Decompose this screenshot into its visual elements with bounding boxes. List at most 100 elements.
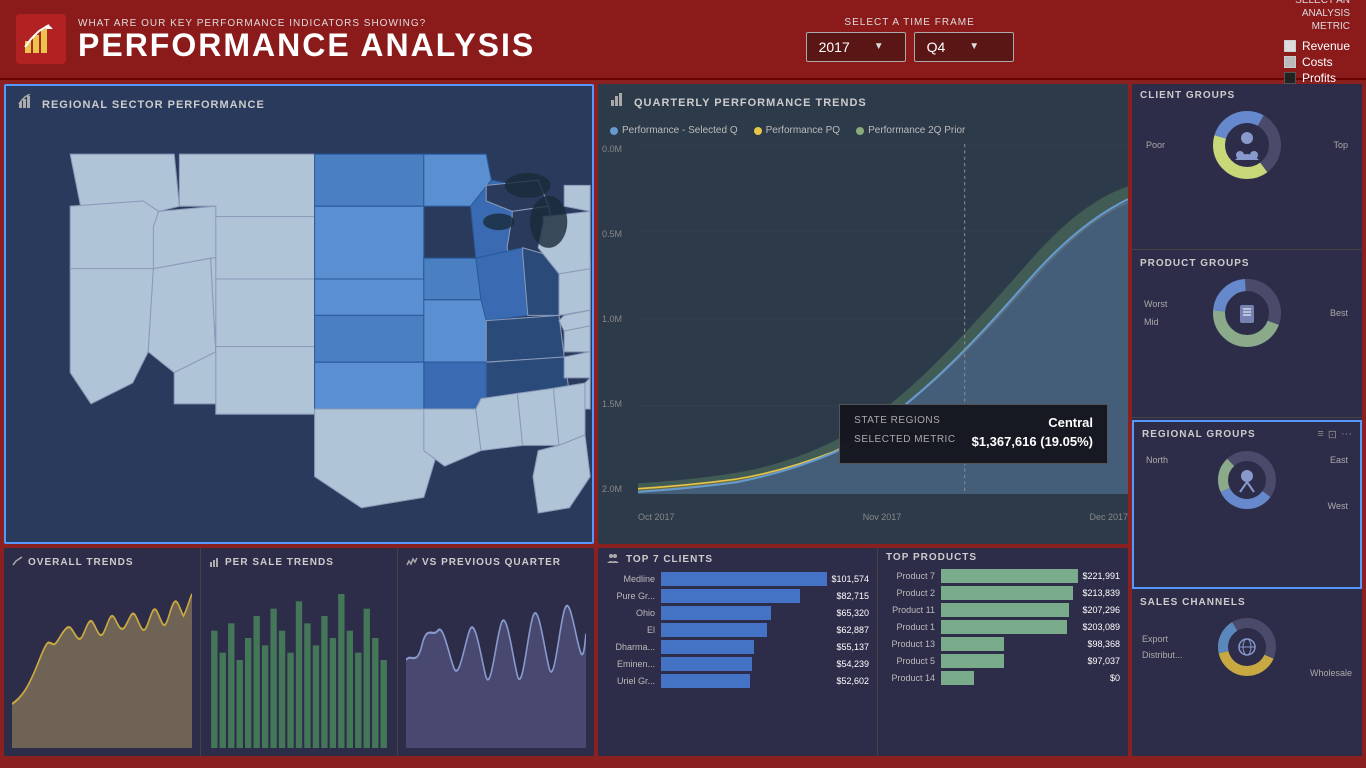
product-bar-item: Product 11 $207,296: [886, 603, 1120, 617]
product-bar-item: Product 1 $203,089: [886, 620, 1120, 634]
sales-channels-chart: Export Distribut... Wholesale: [1140, 612, 1354, 682]
sales-channels-donut: [1212, 615, 1282, 680]
product-value: $0: [1110, 673, 1120, 683]
chart-area[interactable]: 2.0M 1.5M 1.0M 0.5M 0.0M: [598, 144, 1128, 524]
client-name: Medline: [606, 574, 661, 584]
client-bar-item: Eminen... $54,239: [606, 657, 869, 671]
costs-label: Costs: [1302, 55, 1333, 69]
quarter-dropdown[interactable]: Q4 ▼: [914, 32, 1014, 62]
client-bar-fill: [661, 572, 827, 586]
performance-icon: [16, 14, 66, 64]
product-name: Product 14: [886, 673, 941, 683]
regional-north-label: North: [1146, 455, 1168, 465]
top-products-title: TOP PRODUCTS: [886, 552, 1120, 563]
client-value: $55,137: [836, 642, 869, 652]
product-name: Product 1: [886, 622, 941, 632]
product-worst-label: Worst: [1144, 299, 1167, 309]
client-bar-track: [661, 657, 832, 671]
right-column: CLIENT GROUPS Poor Top PRODUCT GROUPS: [1132, 84, 1362, 756]
header-left: WHAT ARE OUR KEY PERFORMANCE INDICATORS …: [16, 14, 535, 64]
product-name: Product 13: [886, 639, 941, 649]
client-value: $101,574: [831, 574, 869, 584]
client-bar-track: [661, 589, 832, 603]
y-label-3: 0.5M: [602, 229, 622, 239]
legend-dot-pq: [754, 127, 762, 135]
legend-2q-prior: Performance 2Q Prior: [856, 125, 965, 136]
x-label-dec: Dec 2017: [1089, 512, 1128, 522]
product-groups-donut: [1207, 278, 1287, 348]
regional-sector-icon: [18, 94, 34, 115]
product-bar-track: [941, 620, 1078, 634]
revenue-checkbox[interactable]: [1284, 40, 1296, 52]
product-name: Product 5: [886, 656, 941, 666]
product-bar-item: Product 7 $221,991: [886, 569, 1120, 583]
product-bar-fill: [941, 603, 1069, 617]
y-label-2: 1.0M: [602, 314, 622, 324]
product-name: Product 2: [886, 588, 941, 598]
year-dropdown[interactable]: 2017 ▼: [806, 32, 906, 62]
legend-label-2q: Performance 2Q Prior: [868, 125, 965, 136]
regional-header: REGIONAL GROUPS ≡ ⊡ ···: [1142, 428, 1352, 441]
product-bar-fill: [941, 671, 974, 685]
client-bar-track: [661, 640, 832, 654]
header-title: PERFORMANCE ANALYSIS: [78, 29, 535, 61]
overall-trends-icon: [12, 556, 24, 568]
y-label-1: 1.5M: [602, 399, 622, 409]
vs-previous-chart: [406, 572, 586, 748]
product-value: $98,368: [1087, 639, 1120, 649]
quarterly-trends-icon: [610, 92, 626, 113]
client-groups-title: CLIENT GROUPS: [1140, 90, 1354, 101]
product-value: $221,991: [1082, 571, 1120, 581]
client-bar-item: Pure Gr... $82,715: [606, 589, 869, 603]
costs-checkbox[interactable]: [1284, 56, 1296, 68]
analysis-metric-section: SELECT ANANALYSISMETRIC Revenue Costs Pr…: [1284, 0, 1350, 85]
regional-more-icon[interactable]: ···: [1341, 428, 1352, 441]
product-bar-fill: [941, 620, 1067, 634]
regional-header-icons: ≡ ⊡ ···: [1317, 428, 1352, 441]
overall-trends-title: OVERALL TRENDS: [12, 556, 192, 568]
sales-distribut-label: Distribut...: [1142, 650, 1183, 660]
profits-option[interactable]: Profits: [1284, 71, 1350, 85]
time-frame-controls: 2017 ▼ Q4 ▼: [806, 32, 1014, 62]
regional-groups-panel: REGIONAL GROUPS ≡ ⊡ ··· North East: [1132, 420, 1362, 589]
tooltip-state-row: STATE REGIONS Central: [854, 415, 1093, 430]
x-label-oct: Oct 2017: [638, 512, 675, 522]
tooltip-state-label: STATE REGIONS: [854, 415, 940, 430]
revenue-label: Revenue: [1302, 39, 1350, 53]
client-name: Dharma...: [606, 642, 661, 652]
costs-option[interactable]: Costs: [1284, 55, 1350, 69]
chart-legend: Performance - Selected Q Performance PQ …: [598, 121, 1128, 144]
product-bar-track: [941, 603, 1078, 617]
x-label-nov: Nov 2017: [863, 512, 902, 522]
top-clients-icon: [606, 552, 620, 566]
product-groups-chart: Worst Mid Best: [1140, 273, 1354, 353]
sales-export-label: Export: [1142, 634, 1183, 644]
client-value: $52,602: [836, 676, 869, 686]
product-groups-panel: PRODUCT GROUPS Worst Mid Best: [1132, 252, 1362, 418]
per-sale-trends-section: PER SALE TRENDS: [201, 548, 398, 756]
client-name: Ohio: [606, 608, 661, 618]
legend-label-pq: Performance PQ: [766, 125, 840, 136]
product-name: Product 7: [886, 571, 941, 581]
client-bar-track: [661, 623, 832, 637]
header-text: WHAT ARE OUR KEY PERFORMANCE INDICATORS …: [78, 18, 535, 61]
profits-label: Profits: [1302, 71, 1336, 85]
quarterly-trends-header: QUARTERLY PERFORMANCE TRENDS: [598, 84, 1128, 121]
client-bar-fill: [661, 623, 767, 637]
client-value: $82,715: [836, 591, 869, 601]
regional-sector-header: REGIONAL SECTOR PERFORMANCE: [6, 86, 592, 123]
regional-sector-panel: REGIONAL SECTOR PERFORMANCE: [4, 84, 594, 544]
us-map-container[interactable]: [6, 123, 592, 539]
revenue-option[interactable]: Revenue: [1284, 39, 1350, 53]
product-groups-left-labels: Worst Mid: [1144, 299, 1167, 327]
y-label-0: 2.0M: [602, 484, 622, 494]
overall-trends-section: OVERALL TRENDS: [4, 548, 201, 756]
per-sale-svg: [209, 572, 389, 748]
profits-checkbox[interactable]: [1284, 72, 1296, 84]
time-frame-section: SELECT A TIME FRAME 2017 ▼ Q4 ▼: [806, 17, 1014, 62]
quarterly-trends-panel: QUARTERLY PERFORMANCE TRENDS Performance…: [598, 84, 1128, 544]
product-bar-item: Product 13 $98,368: [886, 637, 1120, 651]
regional-menu-icon[interactable]: ≡: [1317, 428, 1323, 441]
sales-channels-title: SALES CHANNELS: [1140, 597, 1354, 608]
regional-expand-icon[interactable]: ⊡: [1328, 428, 1337, 441]
